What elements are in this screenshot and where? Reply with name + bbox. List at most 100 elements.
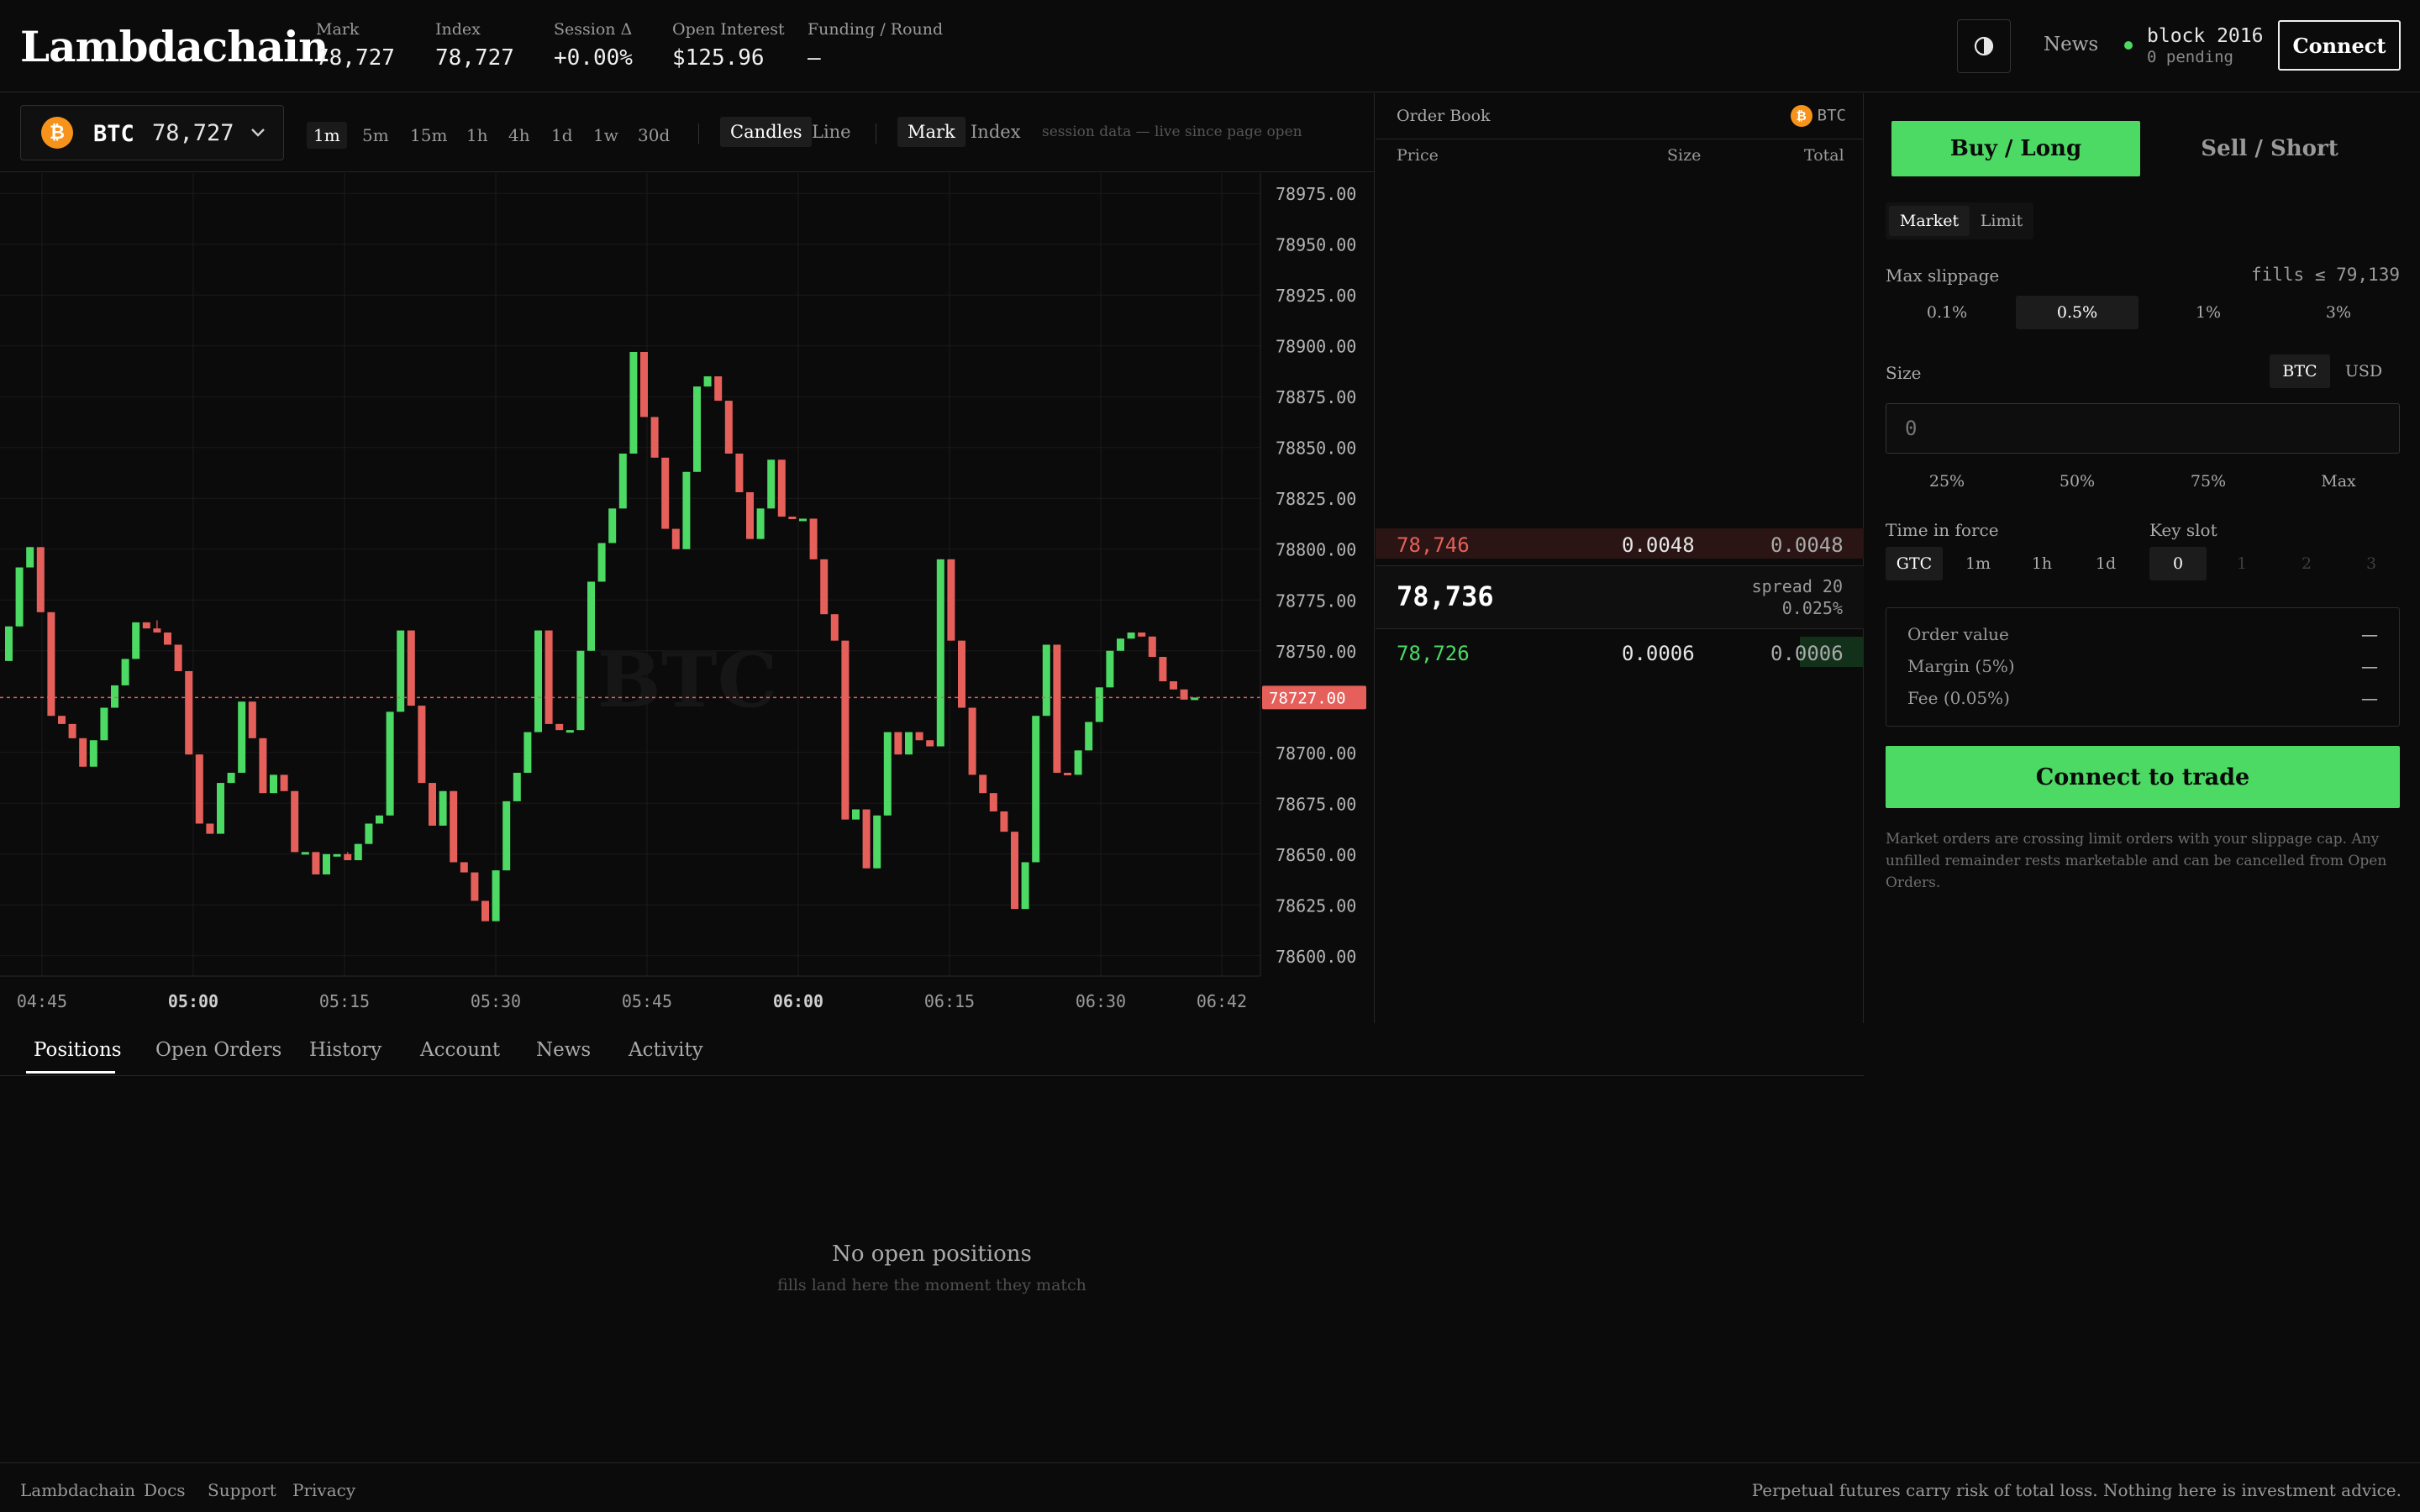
- candle-up: [386, 711, 394, 816]
- candle-down: [979, 774, 987, 794]
- candle-up: [873, 815, 881, 869]
- current-price-label: 78727.00: [1269, 689, 1346, 707]
- bid-price: 78,726: [1397, 642, 1470, 665]
- candle-down: [481, 900, 489, 921]
- buy-long-button[interactable]: Buy / Long: [1891, 121, 2140, 176]
- timeframe-30d[interactable]: 30d: [631, 122, 676, 149]
- candle-down: [820, 559, 829, 615]
- tif-1d[interactable]: 1d: [2077, 547, 2134, 580]
- margin-label: Margin (5%): [1907, 656, 2015, 676]
- stat-value: +0.00%: [554, 45, 633, 71]
- y-tick-label: 78850.00: [1276, 438, 1356, 459]
- slippage-0.5[interactable]: 0.5%: [2016, 296, 2139, 329]
- timeframe-4h[interactable]: 4h: [502, 122, 537, 149]
- size-input[interactable]: [1886, 403, 2400, 454]
- size-25[interactable]: 25%: [1886, 466, 2008, 496]
- news-link[interactable]: News: [2044, 34, 2098, 55]
- candle-down: [841, 640, 850, 820]
- stat-value: 78,727: [316, 45, 395, 71]
- size-unit-usd[interactable]: USD: [2333, 354, 2394, 388]
- tab-positions[interactable]: Positions: [34, 1039, 122, 1061]
- slippage-0.1[interactable]: 0.1%: [1886, 296, 2008, 329]
- size-75[interactable]: 75%: [2147, 466, 2270, 496]
- footer-link-support[interactable]: Support: [208, 1480, 276, 1500]
- stat-label: Session Δ: [554, 20, 633, 39]
- order-value: —: [2361, 624, 2378, 644]
- timeframe-1h[interactable]: 1h: [460, 122, 495, 149]
- key-slot-3[interactable]: 3: [2343, 547, 2400, 580]
- candle-up: [492, 870, 500, 921]
- order-type-market[interactable]: Market: [1889, 206, 1970, 236]
- app-logo[interactable]: Lambdachain: [20, 22, 329, 71]
- timeframe-5m[interactable]: 5m: [355, 122, 396, 149]
- size-50[interactable]: 50%: [2016, 466, 2139, 496]
- candle-up: [323, 853, 330, 874]
- fee-value: —: [2361, 688, 2378, 708]
- block-height: block 2016: [2147, 25, 2264, 47]
- bottom-tabs: Positions Open Orders History Account Ne…: [0, 1024, 1864, 1076]
- timeframe-1m[interactable]: 1m: [307, 122, 347, 149]
- column-header-total: Total: [1804, 146, 1844, 165]
- candle-up: [1032, 716, 1040, 863]
- candle-down: [1053, 644, 1061, 773]
- candlestick-chart[interactable]: BTC 78975.00 78950.00 78925.00 78900.00 78875…: [0, 173, 1375, 1023]
- footer-link-docs[interactable]: Docs: [144, 1480, 186, 1500]
- tif-1m[interactable]: 1m: [1949, 547, 2007, 580]
- candle-up: [376, 815, 383, 824]
- divider: [698, 123, 699, 144]
- timeframe-1w[interactable]: 1w: [587, 122, 625, 149]
- timeframe-15m[interactable]: 15m: [403, 122, 454, 149]
- order-summary: Order value — Margin (5%) — Fee (0.05%) …: [1886, 607, 2400, 727]
- size-unit-btc[interactable]: BTC: [2270, 354, 2330, 388]
- footer-link-privacy[interactable]: Privacy: [292, 1480, 355, 1500]
- x-tick-label: 06:42: [1197, 991, 1247, 1011]
- ask-row[interactable]: 78,746 0.0048 0.0048: [1376, 528, 1864, 559]
- candle-up: [905, 732, 913, 755]
- sell-short-button[interactable]: Sell / Short: [2145, 121, 2394, 176]
- candle-up: [354, 843, 362, 861]
- stat-funding: Funding / Round —: [808, 20, 943, 71]
- tab-account[interactable]: Account: [420, 1039, 500, 1061]
- candle-down: [1170, 681, 1177, 690]
- candle-down: [36, 547, 45, 612]
- tab-news[interactable]: News: [536, 1039, 591, 1061]
- asset-selector[interactable]: ₿ BTC 78,727: [20, 105, 284, 160]
- candle-down: [746, 491, 754, 539]
- bitcoin-icon: ₿: [41, 117, 73, 149]
- slippage-3[interactable]: 3%: [2277, 296, 2400, 329]
- candle-up: [587, 581, 595, 651]
- tab-history[interactable]: History: [309, 1039, 381, 1061]
- risk-disclaimer: Perpetual futures carry risk of total lo…: [1751, 1480, 2402, 1500]
- chart-type-line[interactable]: Line: [802, 117, 861, 147]
- x-tick-label: 04:45: [17, 991, 67, 1011]
- active-tab-indicator: [26, 1071, 115, 1074]
- footer: Lambdachain Docs Support Privacy Perpetu…: [0, 1462, 2420, 1512]
- footer-link-lambdachain[interactable]: Lambdachain: [20, 1480, 135, 1500]
- max-slippage-label: Max slippage: [1886, 265, 2000, 286]
- key-slot-1[interactable]: 1: [2213, 547, 2270, 580]
- timeframe-1d[interactable]: 1d: [544, 122, 580, 149]
- column-header-size: Size: [1667, 146, 1702, 165]
- candle-up: [238, 701, 246, 773]
- order-type-limit[interactable]: Limit: [1973, 206, 2030, 236]
- price-source-mark[interactable]: Mark: [897, 117, 965, 147]
- candle-down: [450, 790, 458, 863]
- tif-gtc[interactable]: GTC: [1886, 547, 1943, 580]
- theme-toggle-button[interactable]: [1957, 19, 2011, 73]
- connect-wallet-button[interactable]: Connect: [2278, 20, 2401, 71]
- connect-to-trade-button[interactable]: Connect to trade: [1886, 746, 2400, 808]
- size-max[interactable]: Max: [2277, 466, 2400, 496]
- candle-up: [1074, 750, 1082, 775]
- bid-row[interactable]: 78,726 0.0006 0.0006: [1376, 637, 1864, 667]
- tab-activity[interactable]: Activity: [629, 1039, 703, 1061]
- slippage-1[interactable]: 1%: [2147, 296, 2270, 329]
- tif-1h[interactable]: 1h: [2013, 547, 2070, 580]
- chart-type-candles[interactable]: Candles: [720, 117, 813, 147]
- candle-down: [429, 783, 436, 826]
- candle-down: [407, 630, 415, 706]
- candle-down: [915, 732, 923, 741]
- tab-open-orders[interactable]: Open Orders: [155, 1039, 281, 1061]
- price-source-index[interactable]: Index: [960, 117, 1031, 147]
- key-slot-2[interactable]: 2: [2278, 547, 2335, 580]
- key-slot-0[interactable]: 0: [2149, 547, 2207, 580]
